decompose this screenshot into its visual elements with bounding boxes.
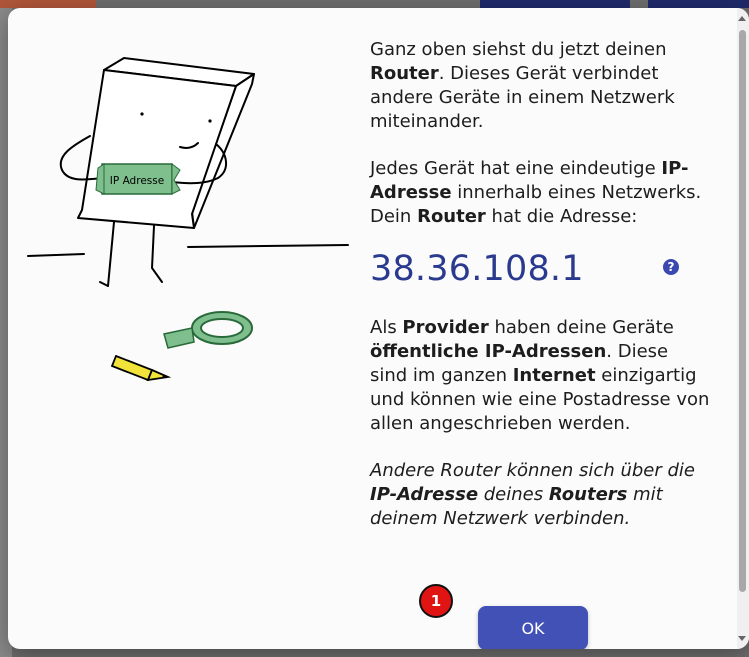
scroll-down-icon[interactable]: [738, 636, 746, 641]
info-dialog: IP Adresse Ganz oben siehst du jetzt dei…: [8, 8, 749, 649]
background-tab-orange: [0, 0, 96, 8]
router-connection-text: Andere Router können sich über die IP-Ad…: [370, 460, 695, 529]
scrollbar-thumb[interactable]: [739, 30, 746, 592]
step-badge: 1: [419, 584, 453, 618]
ok-button[interactable]: OK: [478, 606, 588, 649]
router-intro-text: Ganz oben siehst du jetzt deinen Router.…: [370, 39, 675, 132]
background-button-blue-2: [648, 0, 749, 8]
ip-address-row: 38.36.108.1 ?: [370, 248, 710, 290]
background-button-blue: [480, 0, 630, 8]
tape-roll-drawing: [163, 311, 253, 349]
scrollbar[interactable]: [737, 8, 749, 649]
ip-sign-label: IP Adresse: [110, 175, 164, 187]
question-circle-icon[interactable]: ?: [663, 259, 679, 275]
router-illustration: IP Adresse: [27, 57, 349, 382]
dialog-content: Ganz oben siehst du jetzt deinen Router.…: [370, 38, 710, 554]
scroll-up-icon[interactable]: [738, 16, 746, 21]
ip-address-value: 38.36.108.1: [370, 249, 584, 289]
ip-intro-text: Jedes Gerät hat eine eindeutige IP-Adres…: [370, 158, 702, 227]
provider-text: Als Provider haben deine Geräte öffentli…: [370, 317, 710, 434]
pencil-drawing: [110, 354, 172, 382]
